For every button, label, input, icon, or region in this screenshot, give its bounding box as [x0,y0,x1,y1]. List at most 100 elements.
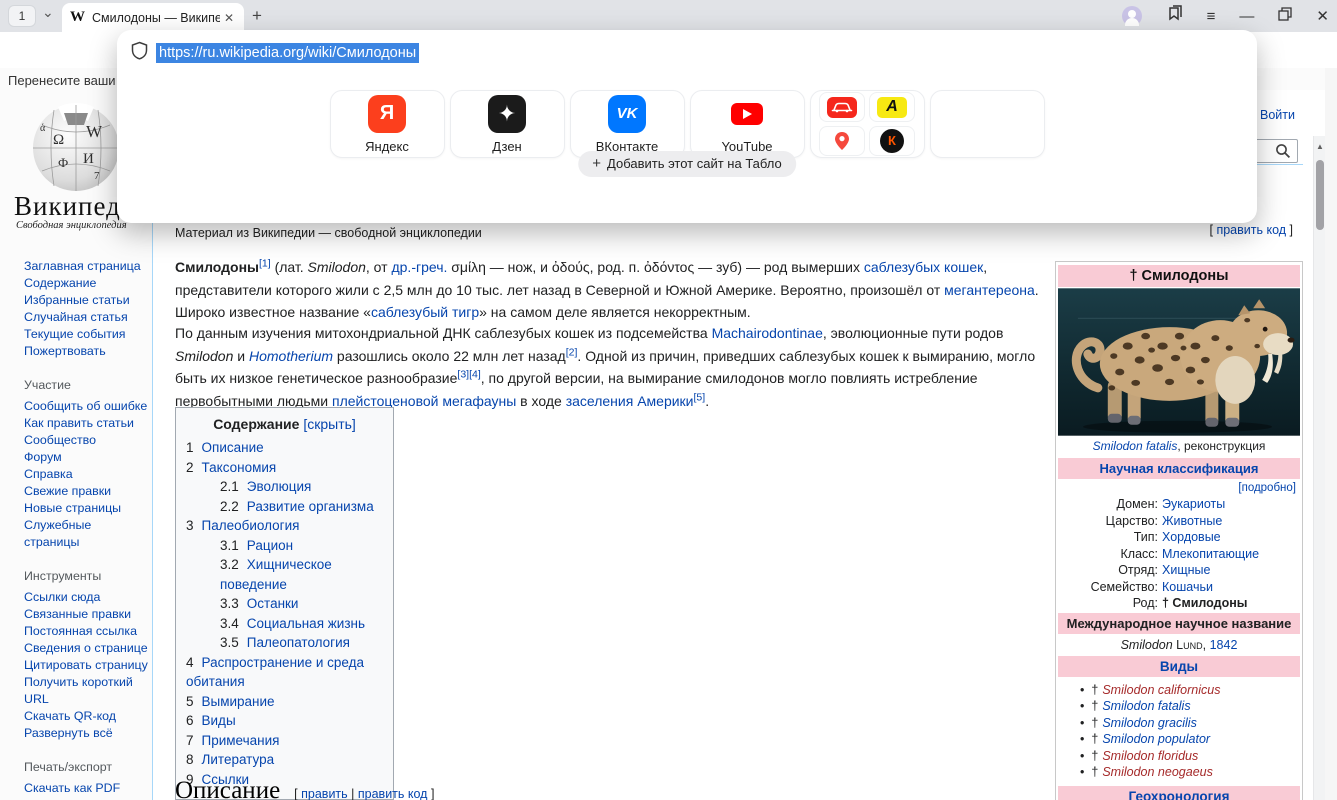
car-service-icon[interactable] [819,92,865,122]
shield-icon[interactable] [131,41,148,65]
toc-item[interactable]: 4Распространение и среда обитания [176,653,393,692]
species-link[interactable]: Smilodon fatalis [1102,699,1190,713]
restore-icon[interactable] [1278,7,1292,26]
toc-link[interactable]: Описание [202,440,264,455]
sidebar-link[interactable]: Сообщество [24,432,150,449]
sidebar-link[interactable]: Служебные страницы [24,517,150,551]
inline-link[interactable]: Homotherium [249,348,333,364]
chevron-down-icon[interactable]: ⌄ [42,4,54,21]
classification-value-link[interactable]: Эукариоты [1162,496,1225,513]
toc-item[interactable]: 1Описание [176,438,393,458]
toc-item[interactable]: 3Палеобиология [176,516,393,536]
inline-link[interactable]: Smilodon fatalis [1093,439,1178,453]
toc-link[interactable]: Эволюция [247,479,312,494]
classification-value-link[interactable]: Хищные [1162,562,1210,579]
shortcut-group[interactable]: A К [810,90,925,158]
sidebar-link[interactable]: Скачать QR-код [24,708,150,725]
toc-item[interactable]: 2.1Эволюция [176,477,393,497]
inline-link[interactable]: мегантереона [944,282,1035,298]
shortcut-vk[interactable]: VK ВКонтакте [570,90,685,158]
page-scrollbar[interactable]: ▲ ▼ [1313,136,1325,800]
login-link[interactable]: Войти [1260,108,1295,122]
wikipedia-globe-logo[interactable]: W Ω И Ф 7 ά [28,101,124,198]
sidebar-link[interactable]: Текущие события [24,326,150,343]
toc-item[interactable]: 2.2Развитие организма [176,497,393,517]
toc-item[interactable]: 3.2Хищническое поведение [176,555,393,594]
sidebar-link[interactable]: Случайная статья [24,309,150,326]
inline-link[interactable]: 1842 [1210,638,1238,652]
species-header[interactable]: Виды [1160,659,1198,674]
scrollbar-thumb[interactable] [1316,160,1324,230]
address-url-selected[interactable]: https://ru.wikipedia.org/wiki/Смилодоны [156,43,419,63]
geochronology-header[interactable]: Геохронология [1129,789,1230,800]
scroll-up-icon[interactable]: ▲ [1314,142,1326,151]
classification-value-link[interactable]: Млекопитающие [1162,546,1259,563]
toc-link[interactable]: Примечания [202,733,280,748]
species-link[interactable]: Smilodon gracilis [1102,716,1196,730]
toc-item[interactable]: 3.3Останки [176,594,393,614]
toc-link[interactable]: Таксономия [202,460,277,475]
active-tab[interactable]: W Смилодоны — Википед ✕ [62,3,244,32]
species-link[interactable]: Smilodon californicus [1102,683,1220,697]
new-tab-button[interactable]: + [252,6,262,26]
toc-item[interactable]: 3.5Палеопатология [176,633,393,653]
toc-item[interactable]: 2Таксономия [176,458,393,478]
toc-item[interactable]: 3.4Социальная жизнь [176,614,393,634]
inline-link[interactable]: [5] [694,391,706,403]
profile-avatar[interactable] [1122,6,1142,26]
toc-link[interactable]: Вымирание [202,694,275,709]
sidebar-link[interactable]: Скачать как PDF [24,780,150,797]
species-link[interactable]: Smilodon floridus [1102,749,1198,763]
classification-value-link[interactable]: Кошачьи [1162,579,1213,596]
close-icon[interactable]: ✕ [1316,7,1329,25]
toc-link[interactable]: Палеопатология [247,635,350,650]
toc-link[interactable]: Виды [202,713,236,728]
sidebar-link[interactable]: Форум [24,449,150,466]
maps-pin-icon[interactable] [819,126,865,156]
side-panel-icon[interactable] [1166,5,1183,27]
sidebar-link[interactable]: Избранные статьи [24,292,150,309]
toc-item[interactable]: 6Виды [176,711,393,731]
inline-link[interactable]: править код [358,787,428,800]
inline-link[interactable]: Machairodontinae [712,325,823,341]
kinopoisk-k-icon[interactable]: К [869,126,915,156]
sidebar-link[interactable]: Сведения о странице [24,640,150,657]
toc-link[interactable]: Социальная жизнь [247,616,365,631]
toc-link[interactable]: Литература [202,752,275,767]
sidebar-link[interactable]: Цитировать страницу [24,657,150,674]
toc-link[interactable]: Распространение и среда обитания [186,655,364,690]
species-link[interactable]: Smilodon populator [1102,732,1210,746]
sidebar-link[interactable]: Заглавная страница [24,258,150,275]
smilodon-reconstruction-image[interactable] [1058,288,1300,436]
sidebar-link[interactable]: Как править статьи [24,415,150,432]
inline-link[interactable]: [1] [259,257,271,269]
classification-value-link[interactable]: Хордовые [1162,529,1221,546]
toc-link[interactable]: Останки [247,596,299,611]
tab-close-icon[interactable]: ✕ [224,11,234,25]
detail-link[interactable]: [подробно] [1238,482,1296,494]
shortcut-empty[interactable] [930,90,1045,158]
toc-link[interactable]: Развитие организма [247,499,374,514]
menu-icon[interactable]: ≡ [1207,8,1216,25]
tab-counter-button[interactable]: 1 [8,5,36,27]
inline-link[interactable]: [3][4] [457,368,480,380]
inline-link[interactable]: заселения Америки [566,393,694,409]
inline-link[interactable]: [2] [566,346,578,358]
toc-item[interactable]: 7Примечания [176,731,393,751]
sidebar-link[interactable]: Получить короткий URL [24,674,150,708]
sidebar-link[interactable]: Связанные правки [24,606,150,623]
minimize-icon[interactable]: — [1239,8,1254,25]
afisha-a-icon[interactable]: A [869,92,915,122]
sidebar-link[interactable]: Ссылки сюда [24,589,150,606]
toc-link[interactable]: Палеобиология [202,518,300,533]
inline-link[interactable]: саблезубых кошек [864,259,983,275]
toc-item[interactable]: 3.1Рацион [176,536,393,556]
classification-value-link[interactable]: Животные [1162,513,1222,530]
toc-link[interactable]: Рацион [247,538,293,553]
sidebar-link[interactable]: Постоянная ссылка [24,623,150,640]
inline-link[interactable]: править код [1216,223,1286,237]
sidebar-link[interactable]: Развернуть всё [24,725,150,742]
toc-item[interactable]: 8Литература [176,750,393,770]
inline-link[interactable]: править [301,787,348,800]
sidebar-link[interactable]: Новые страницы [24,500,150,517]
